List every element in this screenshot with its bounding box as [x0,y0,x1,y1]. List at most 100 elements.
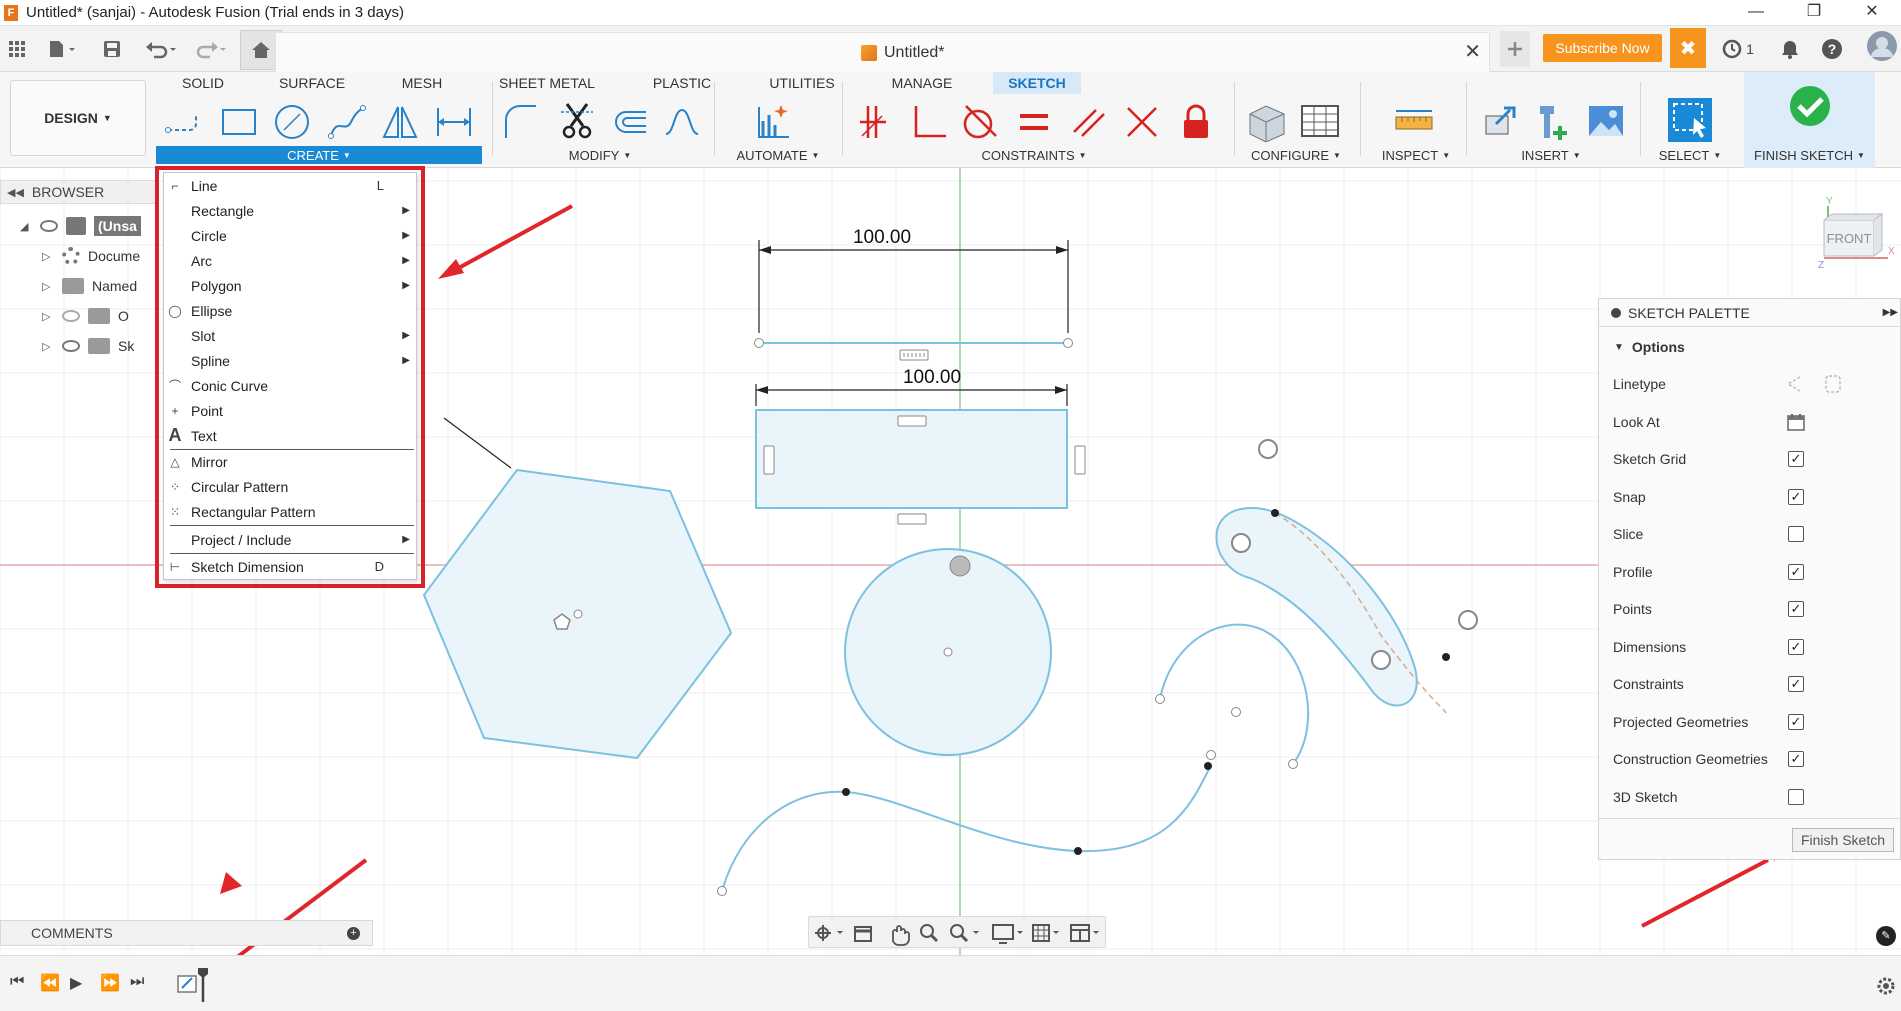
menu-item-arc[interactable]: Arc ▶ [164,248,416,273]
equal-constraint-icon[interactable] [1012,100,1056,144]
options-section-header[interactable]: ▼ Options [1614,335,1894,359]
browser-root-node[interactable]: ◢ (Unsa [20,214,141,238]
coincident-constraint-icon[interactable] [852,100,896,144]
expand-triangle-icon[interactable]: ▷ [42,310,54,323]
insert-derive-icon[interactable] [1478,100,1522,144]
orbit-icon[interactable] [815,925,843,941]
redo-icon[interactable] [192,35,228,63]
tab-sheet-metal[interactable]: SHEET METAL [490,72,604,94]
view-cube[interactable]: Y FRONT X Z [1818,194,1898,294]
menu-item-mirror[interactable]: △ Mirror [164,449,416,474]
sketch-arc[interactable] [1155,623,1310,769]
menu-item-circular-pattern[interactable]: ⁘ Circular Pattern [164,474,416,499]
inspect-group-dropdown[interactable]: INSPECT ▼ [1368,146,1464,164]
dimension-top-label[interactable]: 100.00 [853,227,911,248]
expand-palette-icon[interactable]: ▶▶ [1883,307,1898,318]
dimensions-checkbox[interactable]: ✓ [1788,639,1804,655]
look-at-icon[interactable] [854,926,872,942]
tab-utilities[interactable]: UTILITIES [758,72,846,94]
menu-item-spline[interactable]: Spline ▶ [164,348,416,373]
perpendicular-constraint-icon[interactable] [906,100,950,144]
browser-panel-header[interactable]: ◀◀ BROWSER [0,180,158,204]
file-menu-icon[interactable] [44,35,80,63]
visibility-eye-icon[interactable] [62,340,80,352]
menu-item-circle[interactable]: Circle ▶ [164,223,416,248]
help-icon[interactable]: ? [1818,35,1846,63]
browser-item-document-settings[interactable]: ▷ Docume [42,244,140,268]
browser-item-sketches[interactable]: ▷ Sk [42,334,134,358]
add-comment-icon[interactable]: + [347,926,360,940]
fix-constraint-icon[interactable] [1174,100,1218,144]
menu-item-line[interactable]: ⌐ Line L [164,173,416,198]
timeline-first-icon[interactable]: ⏮ [10,973,24,991]
palette-minimize-icon[interactable] [1611,307,1621,318]
tab-mesh[interactable]: MESH [390,72,454,94]
sketch-spline[interactable] [717,750,1216,896]
mirror-tool-icon[interactable] [378,100,422,144]
menu-item-ellipse[interactable]: ◯ Ellipse [164,298,416,323]
extensions-icon[interactable]: ✖ [1670,28,1706,68]
timeline-next-icon[interactable]: ⏩ [100,973,120,993]
collinear-constraint-icon[interactable] [1120,100,1164,144]
sketch-slot[interactable] [1215,439,1478,714]
tab-solid[interactable]: SOLID [170,72,236,94]
sketch-grid-checkbox[interactable]: ✓ [1788,451,1804,467]
horizontal-line-with-dimension[interactable] [754,240,1073,361]
select-tool-icon[interactable] [1666,96,1714,144]
finish-sketch-dropdown[interactable]: FINISH SKETCH ▼ [1744,146,1875,164]
spline-tool-icon[interactable] [325,100,369,144]
menu-item-conic-curve[interactable]: ⌒ Conic Curve [164,373,416,398]
workspace-switcher[interactable]: DESIGN ▼ [10,80,146,156]
expand-triangle-icon[interactable]: ▷ [42,250,54,263]
configuration-table-icon[interactable] [1298,100,1342,144]
browser-item-named-views[interactable]: ▷ Named [42,274,137,298]
insert-group-dropdown[interactable]: INSERT ▼ [1496,146,1606,164]
zoom-window-icon[interactable] [950,924,979,943]
menu-item-slot[interactable]: Slot ▶ [164,323,416,348]
visibility-eye-icon[interactable] [40,220,58,232]
constraints-group-dropdown[interactable]: CONSTRAINTS ▼ [960,146,1108,164]
sketch-polygon[interactable] [422,417,733,760]
3d-sketch-checkbox[interactable] [1788,789,1804,805]
dimension-rectangle-label[interactable]: 100.00 [903,367,961,388]
timeline-sketch-feature-icon[interactable] [176,966,216,1005]
menu-item-rectangular-pattern[interactable]: ⁙ Rectangular Pattern [164,499,416,524]
select-group-dropdown[interactable]: SELECT ▼ [1648,146,1732,164]
grid-snap-icon[interactable] [1032,924,1059,942]
tab-surface[interactable]: SURFACE [270,72,354,94]
close-tab-icon[interactable]: ✕ [1464,39,1481,64]
fillet-tool-icon[interactable] [498,100,542,144]
pan-hand-icon[interactable] [892,925,910,946]
finish-sketch-check-icon[interactable] [1788,84,1832,131]
look-at-calendar-icon[interactable] [1786,412,1806,435]
undo-icon[interactable] [144,35,180,63]
timeline-previous-icon[interactable]: ⏪ [40,973,60,993]
collapse-triangle-icon[interactable]: ◢ [20,220,32,233]
menu-item-project-include[interactable]: Project / Include ▶ [164,527,416,552]
save-icon[interactable] [100,35,124,63]
line-tool-icon[interactable] [162,100,206,144]
notifications-bell-icon[interactable] [1776,35,1804,63]
snap-checkbox[interactable]: ✓ [1788,489,1804,505]
zoom-icon[interactable] [920,924,939,943]
construction-linetype-icon[interactable] [1786,373,1842,398]
app-grid-icon[interactable] [4,35,30,63]
menu-item-point[interactable]: + Point [164,398,416,423]
configure-model-icon[interactable] [1245,100,1289,144]
close-window-button[interactable]: ✕ [1843,0,1901,26]
configure-group-dropdown[interactable]: CONFIGURE ▼ [1242,146,1350,164]
finish-sketch-button[interactable]: Finish Sketch [1792,828,1894,852]
tab-manage[interactable]: MANAGE [880,72,964,94]
menu-item-polygon[interactable]: Polygon ▶ [164,273,416,298]
comments-panel[interactable]: COMMENTS + [0,920,373,946]
points-checkbox[interactable]: ✓ [1788,601,1804,617]
offset-tool-icon[interactable] [608,100,652,144]
profile-checkbox[interactable]: ✓ [1788,564,1804,580]
job-status-icon[interactable]: 1 [1716,35,1760,63]
minimize-button[interactable]: — [1727,0,1785,26]
tab-plastic[interactable]: PLASTIC [640,72,724,94]
parallel-constraint-icon[interactable] [1066,100,1110,144]
expand-triangle-icon[interactable]: ▷ [42,340,54,353]
slice-checkbox[interactable] [1788,526,1804,542]
automate-group-dropdown[interactable]: AUTOMATE ▼ [728,146,828,164]
